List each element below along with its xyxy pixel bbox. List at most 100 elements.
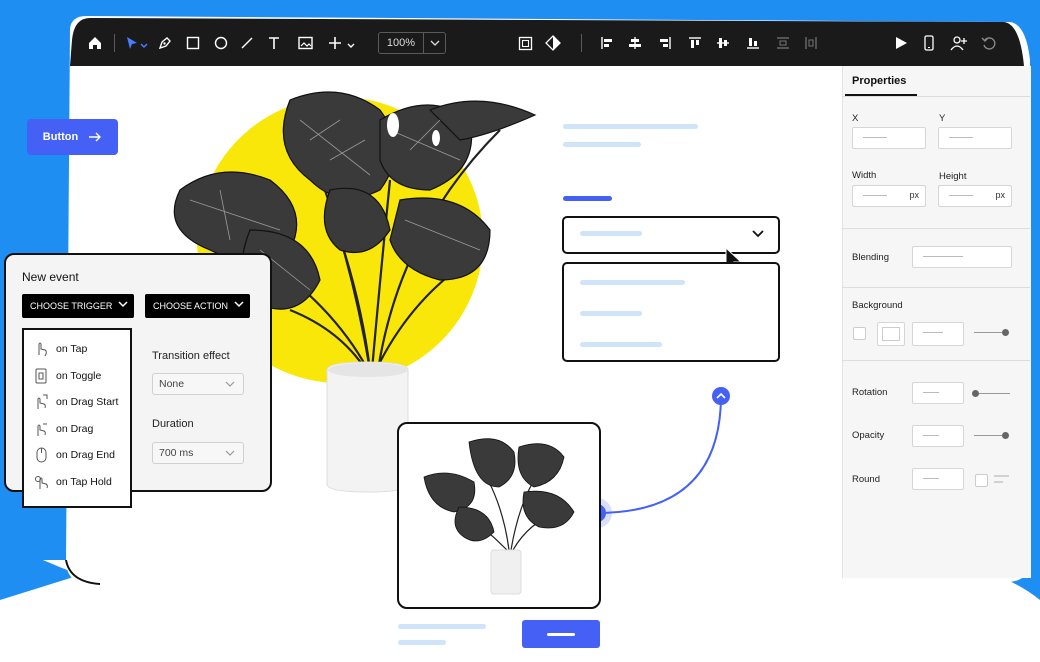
x-label: X [852, 113, 859, 124]
align-bottom-icon[interactable] [740, 30, 766, 56]
home-icon[interactable] [82, 30, 108, 56]
undo-icon[interactable] [976, 30, 1002, 56]
duration-select[interactable]: 700 ms [152, 442, 244, 464]
chevron-down-icon [225, 381, 235, 387]
plant-thumbnail [423, 438, 575, 595]
canvas-button[interactable]: Button [27, 119, 118, 155]
trigger-label: on Drag End [56, 449, 115, 461]
plus-icon[interactable] [326, 30, 360, 56]
trigger-label: on Drag Start [56, 396, 119, 408]
chevron-down-icon [424, 40, 445, 46]
chevron-down-icon [118, 301, 128, 308]
text-placeholder [398, 640, 446, 645]
opacity-field[interactable] [912, 425, 964, 447]
distribute-h-icon[interactable] [798, 30, 824, 56]
width-unit: px [909, 190, 919, 200]
zoom-value: 100% [379, 33, 424, 53]
dropdown-option[interactable] [580, 311, 642, 316]
arrow-right-icon [89, 132, 102, 142]
trigger-label: on Tap Hold [56, 476, 112, 488]
background-checkbox[interactable] [853, 327, 866, 340]
trigger-label: on Drag [56, 423, 94, 435]
opacity-label: Opacity [852, 430, 885, 441]
zoom-select[interactable]: 100% [378, 32, 446, 54]
slider-knob[interactable] [972, 390, 979, 397]
height-unit: px [995, 190, 1005, 200]
background-label: Background [852, 300, 903, 311]
trigger-on-drag[interactable]: on Drag [34, 421, 93, 437]
divider [842, 228, 1030, 229]
trigger-label: on Tap [56, 343, 88, 355]
divider [842, 287, 1030, 288]
trigger-label: on Toggle [56, 370, 102, 382]
align-middle-icon[interactable] [710, 30, 736, 56]
align-left-icon[interactable] [594, 30, 620, 56]
rectangle-icon[interactable] [180, 30, 206, 56]
chevron-down-icon [752, 230, 764, 238]
choose-trigger-label: CHOOSE TRIGGER [30, 301, 113, 311]
trigger-on-drag-start[interactable]: on Drag Start [34, 394, 118, 410]
x-field[interactable] [852, 127, 926, 149]
chevron-down-icon [225, 450, 235, 456]
trigger-on-drag-end[interactable]: on Drag End [34, 447, 115, 463]
corners-icon[interactable] [993, 473, 1011, 485]
align-center-h-icon[interactable] [622, 30, 648, 56]
divider [842, 96, 1030, 97]
round-independent-checkbox[interactable] [975, 474, 988, 487]
round-field[interactable] [912, 468, 964, 490]
text-placeholder [563, 124, 698, 129]
bottom-action-button[interactable] [522, 620, 600, 648]
select-value-placeholder [580, 231, 642, 236]
rotation-slider[interactable] [974, 393, 1010, 394]
dropdown-list[interactable] [562, 262, 780, 362]
text-placeholder [563, 142, 641, 147]
blending-select[interactable] [912, 246, 1012, 268]
y-label: Y [939, 113, 946, 124]
image-icon[interactable] [292, 30, 318, 56]
align-top-icon[interactable] [682, 30, 708, 56]
dropdown-option[interactable] [580, 342, 662, 347]
pen-icon[interactable] [152, 30, 178, 56]
choose-action-button[interactable]: CHOOSE ACTION [145, 294, 250, 318]
slider-knob[interactable] [1002, 432, 1009, 439]
tab-indicator [845, 94, 917, 96]
toolbar-separator [114, 34, 115, 52]
pointer-icon[interactable] [122, 30, 152, 56]
height-label: Height [939, 171, 967, 182]
background-color-swatch[interactable] [877, 322, 905, 346]
trigger-on-tap[interactable]: on Tap [34, 341, 87, 357]
distribute-v-icon[interactable] [770, 30, 796, 56]
prototype-connector[interactable] [580, 380, 740, 540]
y-field[interactable] [938, 127, 1012, 149]
duration-label: Duration [152, 418, 194, 430]
background-opacity-field[interactable] [912, 322, 964, 346]
line-icon[interactable] [234, 30, 260, 56]
height-field[interactable]: px [938, 185, 1012, 207]
component-icon[interactable] [512, 30, 538, 56]
play-icon[interactable] [888, 30, 914, 56]
slider-knob[interactable] [1002, 329, 1009, 336]
add-user-icon[interactable] [946, 30, 972, 56]
trigger-on-tap-hold[interactable]: on Tap Hold [34, 474, 112, 490]
rotation-label: Rotation [852, 387, 888, 398]
label-placeholder [563, 196, 612, 201]
transition-effect-label: Transition effect [152, 350, 230, 362]
ellipse-icon[interactable] [208, 30, 234, 56]
transition-effect-select[interactable]: None [152, 373, 244, 395]
dropdown-option[interactable] [580, 280, 685, 285]
mask-icon[interactable] [540, 30, 566, 56]
align-right-icon[interactable] [652, 30, 678, 56]
dropdown-select[interactable] [562, 216, 780, 254]
text-icon[interactable] [261, 30, 287, 56]
choose-trigger-button[interactable]: CHOOSE TRIGGER [22, 294, 134, 318]
drag-start-icon [34, 394, 48, 410]
button-label-placeholder [547, 633, 575, 636]
tab-properties[interactable]: Properties [852, 75, 906, 87]
preview-frame[interactable] [397, 422, 601, 609]
width-field[interactable]: px [852, 185, 926, 207]
trigger-on-toggle[interactable]: on Toggle [34, 368, 101, 384]
drag-icon [34, 421, 48, 437]
mobile-icon[interactable] [916, 30, 942, 56]
tap-hold-icon [34, 474, 48, 490]
rotation-field[interactable] [912, 382, 964, 404]
